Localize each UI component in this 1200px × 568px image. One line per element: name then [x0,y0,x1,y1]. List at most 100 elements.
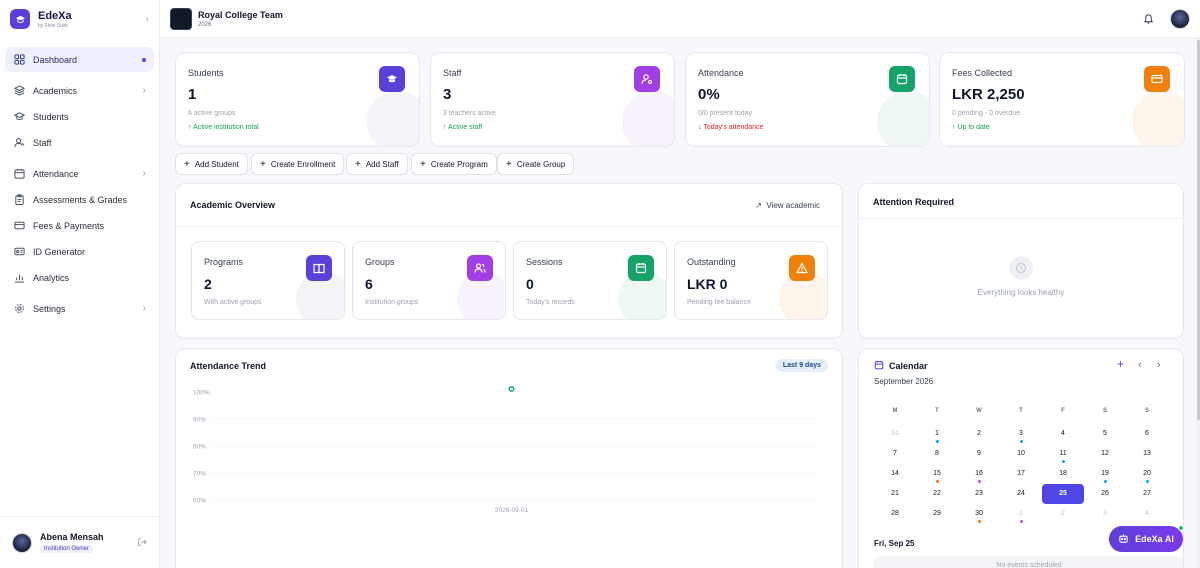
divider [176,226,842,227]
sidebar-item-assessments[interactable]: Assessments & Grades [5,187,154,212]
calendar-day[interactable]: 29 [916,504,958,524]
calendar-day[interactable]: 30 [958,504,1000,524]
plus-icon: + [420,158,426,170]
sidebar-item-analytics[interactable]: Analytics [5,265,154,290]
topbar: Royal College Team 2026 [160,0,1200,38]
create-enrollment-button[interactable]: + Create Enrollment [251,153,345,175]
calendar-day[interactable]: 6 [1126,424,1168,444]
stat-subtext: 3 teachers active [443,110,496,117]
chevron-right-icon: › [142,85,146,96]
brand-logo-icon[interactable] [10,9,30,29]
sidebar-item-academics[interactable]: Academics › [5,78,154,103]
sidebar-item-fees[interactable]: Fees & Payments [5,213,154,238]
stat-subtext: 0/0 present today [698,110,753,117]
calendar-day[interactable]: 24 [1000,484,1042,504]
bell-icon[interactable] [1142,13,1154,25]
stat-card-staff[interactable]: Staff 3 3 teachers active ↑ Active staff [430,52,675,147]
calendar-day[interactable]: 2 [1042,504,1084,524]
calendar-day[interactable]: 23 [958,484,1000,504]
data-point[interactable] [508,385,515,393]
calendar-day[interactable]: 19 [1084,464,1126,484]
edexa-ai-button[interactable]: EdeXa AI [1109,525,1184,552]
create-program-button[interactable]: + Create Program [411,153,497,175]
event-dot [977,520,981,523]
calendar-week: 21 22 23 24 25 26 27 [874,484,1183,504]
mini-label: Groups [365,257,395,267]
sidebar-item-dashboard[interactable]: Dashboard [5,47,154,72]
calendar-day[interactable]: 31 [874,424,916,444]
calendar-day[interactable]: 15 [916,464,958,484]
sidebar-item-attendance[interactable]: Attendance › [5,161,154,186]
section-title: Academic Overview [190,200,276,210]
calendar-day[interactable]: 21 [874,484,916,504]
button-label: Add Staff [365,159,399,169]
view-academic-link[interactable]: ↗ View academic [755,201,820,210]
mini-card-programs[interactable]: Programs 2 With active groups [191,241,345,320]
calendar-day[interactable]: 1 [1000,504,1042,524]
active-indicator [142,57,146,62]
sidebar-item-students[interactable]: Students [5,104,154,129]
calendar-day[interactable]: 5 [1084,424,1126,444]
calendar-day[interactable]: 3 [1000,424,1042,444]
mini-value: 2 [204,276,212,292]
y-tick-label: 60% [193,498,206,505]
calendar-day[interactable]: 28 [874,504,916,524]
stat-card-students[interactable]: Students 1 6 active groups ↑ Active inst… [175,52,420,147]
calendar-day[interactable]: 11 [1042,444,1084,464]
section-title: Attention Required [873,197,954,207]
sidebar-item-settings[interactable]: Settings › [5,296,154,321]
calendar-day[interactable]: 18 [1042,464,1084,484]
profile-avatar[interactable] [1170,8,1190,29]
mini-card-outstanding[interactable]: Outstanding LKR 0 Pending fee balance [674,241,828,320]
mini-subtext: Pending fee balance [687,299,751,306]
calendar-day[interactable]: 16 [958,464,1000,484]
graduation-cap-icon [379,66,405,92]
card-decoration [367,91,419,146]
calendar-grid: M T W T F S S 31 1 2 3 4 5 6 7 8 9 10 11 12 13 14 15 16 17 18 19 20… [874,404,1183,524]
weekday-label: W [976,408,982,414]
logout-icon[interactable] [137,537,147,549]
calendar-week: 14 15 16 17 18 19 20 [874,464,1183,484]
calendar-day[interactable]: 10 [1000,444,1042,464]
add-student-button[interactable]: + Add Student [175,153,248,175]
calendar-day-selected[interactable]: 25 [1042,484,1084,504]
mini-card-groups[interactable]: Groups 6 Institution groups [352,241,506,320]
avatar[interactable] [12,532,32,553]
range-badge[interactable]: Last 9 days [775,359,828,372]
calendar-day[interactable]: 17 [1000,464,1042,484]
calendar-day[interactable]: 4 [1126,504,1168,524]
empty-state-text: Everything looks healthy [977,288,1065,297]
calendar-day[interactable]: 7 [874,444,916,464]
calendar-day[interactable]: 9 [958,444,1000,464]
calendar-day[interactable]: 1 [916,424,958,444]
mini-card-sessions[interactable]: Sessions 0 Today's records [513,241,667,320]
create-group-button[interactable]: + Create Group [497,153,575,175]
calendar-day[interactable]: 13 [1126,444,1168,464]
book-icon [306,255,332,281]
calendar-day[interactable]: 14 [874,464,916,484]
sidebar-item-staff[interactable]: Staff [5,130,154,155]
calendar-day[interactable]: 8 [916,444,958,464]
sidebar-item-id-generator[interactable]: ID Generator [5,239,154,264]
add-staff-button[interactable]: + Add Staff [346,153,408,175]
add-event-button[interactable]: + [1117,357,1124,371]
collapse-sidebar-button[interactable]: ‹ [146,14,149,25]
user-card: Abena Mensah Institution Owner [0,516,159,568]
calendar-day[interactable]: 20 [1126,464,1168,484]
calendar-day[interactable]: 27 [1126,484,1168,504]
event-dot [1103,480,1107,483]
calendar-day[interactable]: 26 [1084,484,1126,504]
calendar-day[interactable]: 3 [1084,504,1126,524]
event-dot [935,480,939,483]
prev-month-button[interactable]: ‹ [1138,359,1142,371]
no-events-text: No events scheduled [874,556,1183,568]
stat-card-attendance[interactable]: Attendance 0% 0/0 present today ↓ Today'… [685,52,930,147]
calendar-day[interactable]: 12 [1084,444,1126,464]
stat-card-fees[interactable]: Fees Collected LKR 2,250 0 pending - 0 o… [939,52,1185,147]
mini-value: 0 [526,276,534,292]
next-month-button[interactable]: › [1157,359,1161,371]
calendar-day[interactable]: 4 [1042,424,1084,444]
calendar-day[interactable]: 22 [916,484,958,504]
calendar-day[interactable]: 2 [958,424,1000,444]
attendance-trend-card: Attendance Trend Last 9 days 100% 90% 80% 7… [175,348,843,568]
